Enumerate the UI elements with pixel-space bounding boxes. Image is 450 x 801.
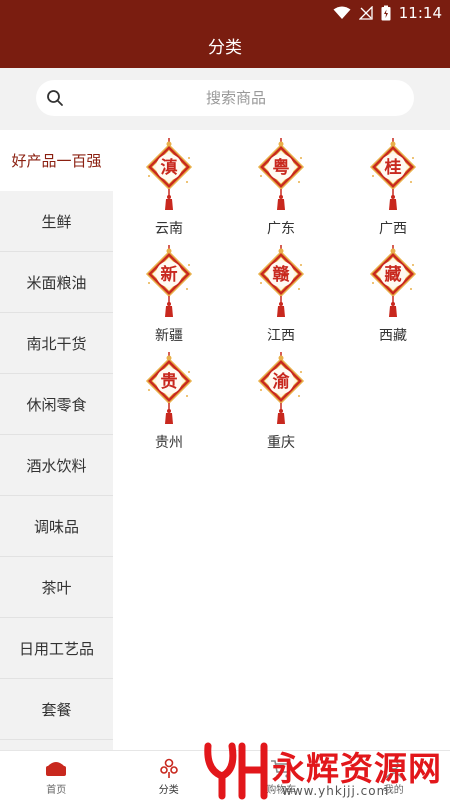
status-time: 11:14 bbox=[398, 4, 442, 22]
region-item[interactable]: 贵贵州 bbox=[113, 352, 225, 459]
lantern-glyph: 滇 bbox=[161, 157, 178, 178]
sidebar-item-label: 套餐 bbox=[41, 700, 72, 719]
region-name: 新疆 bbox=[155, 328, 183, 344]
category-sidebar: 好产品一百强 生鲜米面粮油南北干货休闲零食酒水饮料调味品茶叶日用工艺品套餐 bbox=[0, 130, 113, 750]
lantern-icon: 渝 bbox=[257, 352, 305, 424]
region-name: 重庆 bbox=[267, 435, 295, 451]
sidebar-item-label: 南北干货 bbox=[26, 334, 87, 353]
wifi-icon bbox=[333, 6, 351, 19]
region-item[interactable]: 赣江西 bbox=[225, 245, 337, 352]
sidebar-item-label: 日用工艺品 bbox=[18, 639, 94, 658]
sidebar-item-label: 茶叶 bbox=[41, 578, 72, 597]
region-item[interactable]: 新新疆 bbox=[113, 245, 225, 352]
sidebar-item[interactable]: 生鲜 bbox=[0, 191, 113, 252]
lantern-glyph: 渝 bbox=[273, 371, 291, 392]
region-name: 江西 bbox=[267, 328, 295, 344]
region-item[interactable]: 桂广西 bbox=[337, 138, 449, 245]
home-icon bbox=[46, 762, 67, 776]
lantern-icon: 贵 bbox=[145, 352, 193, 424]
sidebar-item[interactable]: 茶叶 bbox=[0, 557, 113, 618]
lantern-icon: 桂 bbox=[369, 138, 417, 210]
sidebar-item-label: 好产品一百强 bbox=[11, 152, 102, 170]
lantern-icon: 滇 bbox=[145, 138, 193, 210]
sidebar-item-label: 生鲜 bbox=[41, 212, 72, 231]
region-name: 广西 bbox=[379, 221, 407, 237]
nav-label: 首页 bbox=[46, 785, 67, 796]
sidebar-item[interactable]: 日用工艺品 bbox=[0, 618, 113, 679]
app-header: 11:14 分类 bbox=[0, 0, 450, 68]
lantern-glyph: 新 bbox=[161, 264, 178, 285]
region-grid: 滇云南粤广东桂广西新新疆赣江西藏西藏贵贵州渝重庆 bbox=[113, 138, 450, 459]
region-item[interactable]: 粤广东 bbox=[225, 138, 337, 245]
lantern-icon: 藏 bbox=[369, 245, 417, 317]
region-item[interactable]: 藏西藏 bbox=[337, 245, 449, 352]
watermark-url: www.yhkjjj.com bbox=[282, 784, 390, 798]
no-signal-icon bbox=[358, 6, 373, 20]
sidebar-item[interactable]: 好产品一百强 bbox=[0, 130, 113, 191]
sidebar-item[interactable]: 南北干货 bbox=[0, 313, 113, 374]
lantern-icon: 新 bbox=[145, 245, 193, 317]
search-icon bbox=[47, 90, 63, 106]
search-bar[interactable] bbox=[36, 80, 414, 116]
sidebar-item[interactable]: 休闲零食 bbox=[0, 374, 113, 435]
page-title: 分类 bbox=[208, 38, 242, 58]
lantern-glyph: 粤 bbox=[273, 157, 290, 178]
search-input[interactable] bbox=[76, 80, 396, 116]
lantern-icon: 粤 bbox=[257, 138, 305, 210]
status-bar: 11:14 bbox=[0, 0, 450, 26]
region-panel: 滇云南粤广东桂广西新新疆赣江西藏西藏贵贵州渝重庆 bbox=[113, 130, 450, 750]
sidebar-item-label: 调味品 bbox=[33, 517, 79, 536]
sidebar-item[interactable]: 酒水饮料 bbox=[0, 435, 113, 496]
region-name: 西藏 bbox=[379, 328, 407, 344]
region-item[interactable]: 渝重庆 bbox=[225, 352, 337, 459]
lantern-glyph: 贵 bbox=[161, 371, 178, 392]
screen: 11:14 分类 好产品一百强生鲜米面粮油南北干货休闲零食酒水饮料调味品茶叶日用… bbox=[0, 0, 450, 801]
sidebar-item[interactable]: 米面粮油 bbox=[0, 252, 113, 313]
lantern-glyph: 赣 bbox=[273, 264, 291, 285]
nav-label: 分类 bbox=[158, 785, 179, 796]
sidebar-item-label: 酒水饮料 bbox=[26, 456, 87, 475]
sidebar-item-label: 米面粮油 bbox=[26, 273, 87, 292]
lantern-icon: 赣 bbox=[257, 245, 305, 317]
region-item[interactable]: 滇云南 bbox=[113, 138, 225, 245]
watermark: 永辉资源网 www.yhkjjj.com bbox=[200, 740, 450, 801]
watermark-logo-icon bbox=[204, 742, 268, 800]
lantern-glyph: 桂 bbox=[384, 157, 402, 178]
region-name: 广东 bbox=[267, 221, 295, 237]
nav-home[interactable]: 首页 bbox=[0, 751, 113, 801]
sidebar-item[interactable]: 套餐 bbox=[0, 679, 113, 740]
sidebar-item[interactable]: 调味品 bbox=[0, 496, 113, 557]
sidebar-item-label: 休闲零食 bbox=[26, 395, 87, 414]
search-area bbox=[0, 68, 450, 130]
lantern-glyph: 藏 bbox=[385, 265, 402, 285]
region-name: 贵州 bbox=[155, 435, 183, 451]
category-icon bbox=[159, 758, 178, 778]
region-name: 云南 bbox=[155, 221, 183, 237]
watermark-text: 永辉资源网 bbox=[272, 749, 442, 788]
battery-icon bbox=[381, 5, 391, 21]
